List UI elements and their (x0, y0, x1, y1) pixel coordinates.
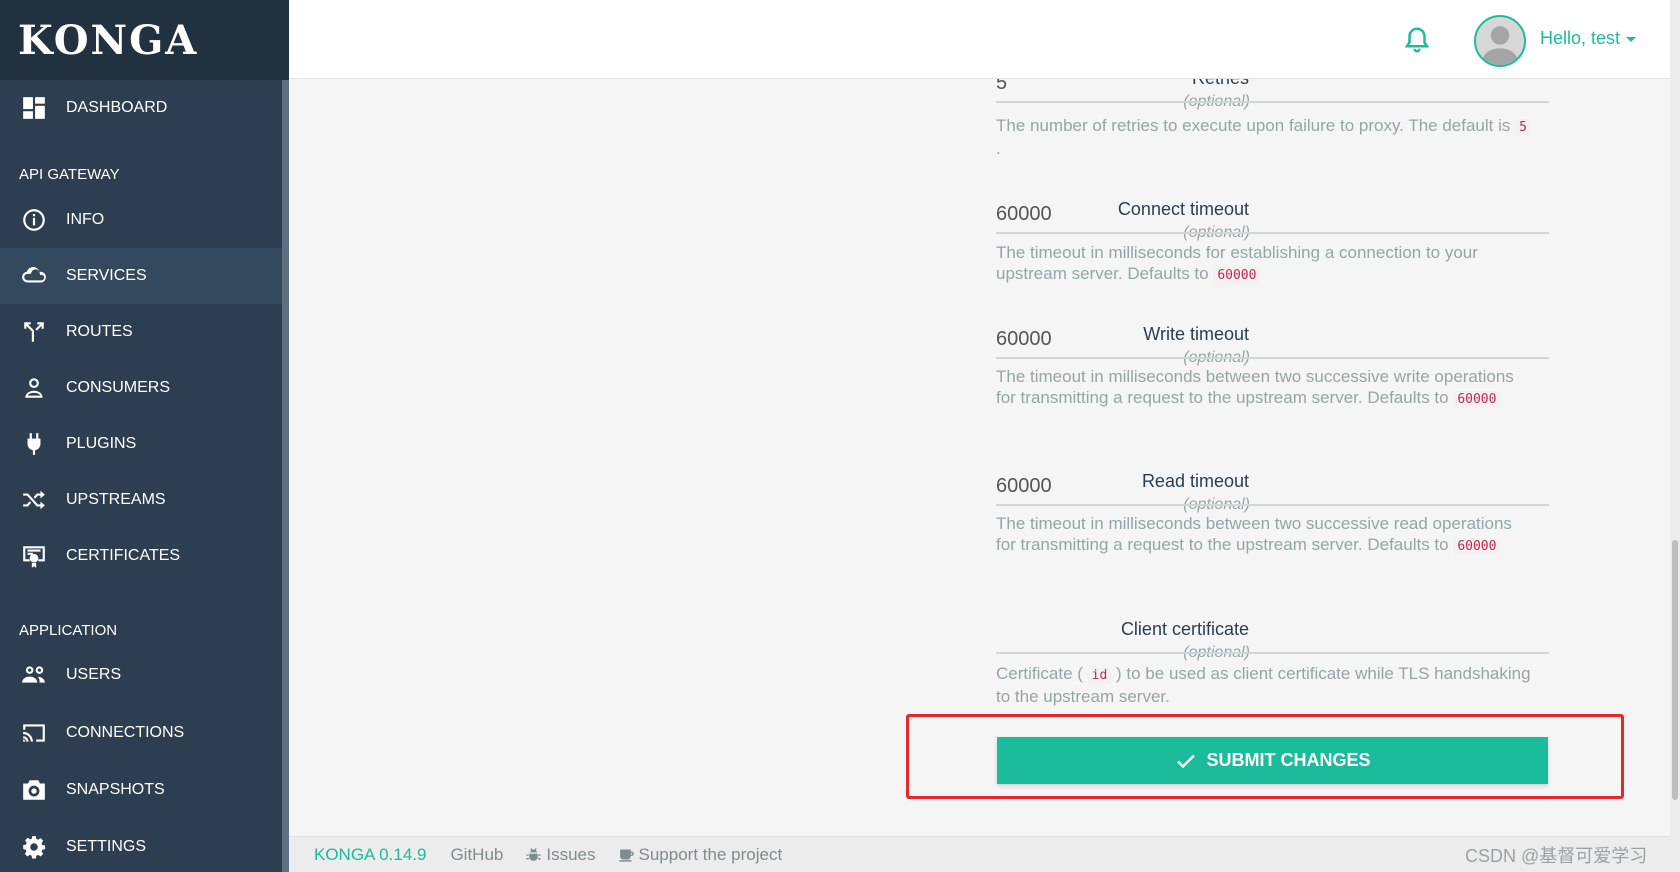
submit-label: SUBMIT CHANGES (1206, 750, 1371, 770)
field-help: The timeout in milliseconds between two … (996, 366, 1536, 410)
submit-changes-button[interactable]: SUBMIT CHANGES (997, 737, 1548, 784)
konga-logo[interactable]: KONGA (0, 0, 289, 80)
plug-icon (20, 430, 48, 458)
link-label: Support the project (638, 844, 783, 864)
sidebar-item-snapshots[interactable]: SNAPSHOTS (0, 762, 282, 818)
gear-icon (20, 833, 48, 861)
sidebar-item-certificates[interactable]: CERTIFICATES (0, 528, 282, 584)
sidebar-item-label: USERS (66, 666, 122, 683)
help-text: Certificate ( (996, 664, 1088, 683)
camera-icon (20, 776, 48, 804)
bug-icon (526, 848, 541, 861)
page-scrollbar[interactable] (1670, 0, 1680, 872)
caret-down-icon (1626, 36, 1637, 42)
help-text: The timeout in milliseconds between two … (996, 514, 1512, 554)
connect-timeout-input[interactable] (996, 196, 1549, 234)
sidebar-item-label: DASHBOARD (66, 99, 168, 116)
section-header-application: APPLICATION (19, 622, 118, 639)
help-code: 5 (1515, 119, 1531, 136)
help-code: 60000 (1213, 267, 1261, 284)
sidebar-item-settings[interactable]: SETTINGS (0, 819, 282, 872)
sidebar-item-label: SERVICES (66, 267, 147, 284)
sidebar-item-dashboard[interactable]: DASHBOARD (0, 80, 282, 136)
sidebar: KONGA DASHBOARD API GATEWAY INFO SERVICE… (0, 0, 289, 872)
footer: KONGA 0.14.9 GitHub Issues Support the p… (289, 836, 1670, 872)
client-certificate-input[interactable] (996, 616, 1549, 654)
sidebar-item-connections[interactable]: CONNECTIONS (0, 705, 282, 761)
write-timeout-input[interactable] (996, 321, 1549, 359)
read-timeout-input[interactable] (996, 468, 1549, 506)
sidebar-item-label: CERTIFICATES (66, 547, 181, 564)
bell-icon[interactable] (1402, 24, 1432, 56)
sidebar-item-label: INFO (66, 211, 105, 228)
check-icon (1177, 754, 1196, 768)
sidebar-item-label: PLUGINS (66, 435, 137, 452)
field-help: The timeout in milliseconds between two … (996, 513, 1536, 557)
sidebar-item-consumers[interactable]: CONSUMERS (0, 360, 282, 416)
user-icon (20, 374, 48, 402)
cast-icon (20, 719, 48, 747)
scrollbar-thumb[interactable] (1672, 540, 1678, 800)
link-label: Issues (546, 844, 596, 864)
logo-text: KONGA (18, 16, 199, 64)
coffee-icon (618, 849, 634, 862)
issues-link[interactable]: Issues (525, 844, 596, 865)
routes-icon (20, 318, 48, 346)
avatar[interactable] (1474, 15, 1526, 67)
help-text: The timeout in milliseconds between two … (996, 367, 1514, 407)
sidebar-item-label: ROUTES (66, 323, 133, 340)
cloud-icon (20, 262, 48, 290)
sidebar-item-users[interactable]: USERS (0, 647, 282, 703)
sidebar-item-label: SNAPSHOTS (66, 781, 165, 798)
footer-version: KONGA 0.14.9 (314, 844, 427, 864)
support-link[interactable]: Support the project (618, 844, 783, 865)
sidebar-item-routes[interactable]: ROUTES (0, 304, 282, 360)
help-text: The number of retries to execute upon fa… (996, 116, 1516, 135)
user-greeting: Hello, test (1540, 28, 1621, 48)
user-menu-dropdown[interactable]: Hello, test (1540, 28, 1637, 49)
help-code: 60000 (1453, 538, 1501, 555)
sidebar-item-services[interactable]: SERVICES (0, 248, 282, 304)
sidebar-item-info[interactable]: INFO (0, 192, 282, 248)
help-code: 60000 (1453, 391, 1501, 408)
help-code: id (1087, 667, 1112, 684)
sidebar-item-label: UPSTREAMS (66, 491, 166, 508)
help-text: . (996, 139, 1001, 158)
github-link[interactable]: GitHub (450, 845, 503, 865)
section-header-api-gateway: API GATEWAY (19, 166, 120, 183)
sidebar-item-label: SETTINGS (66, 838, 147, 855)
info-icon (20, 206, 48, 234)
retries-input[interactable] (996, 79, 1549, 103)
users-icon (20, 661, 48, 689)
field-help: Certificate ( id ) to be used as client … (996, 663, 1536, 707)
csdn-watermark: CSDN @基督可爱学习 (1465, 846, 1648, 866)
top-header (289, 0, 1670, 79)
shuffle-icon (20, 486, 48, 514)
link-label: GitHub (450, 844, 504, 864)
sidebar-item-label: CONNECTIONS (66, 724, 185, 741)
sidebar-item-plugins[interactable]: PLUGINS (0, 416, 282, 472)
certificate-icon (20, 542, 48, 570)
field-help: The number of retries to execute upon fa… (996, 115, 1536, 159)
dashboard-icon (20, 94, 48, 122)
sidebar-item-label: CONSUMERS (66, 379, 171, 396)
field-help: The timeout in milliseconds for establis… (996, 242, 1536, 286)
sidebar-item-upstreams[interactable]: UPSTREAMS (0, 472, 282, 528)
